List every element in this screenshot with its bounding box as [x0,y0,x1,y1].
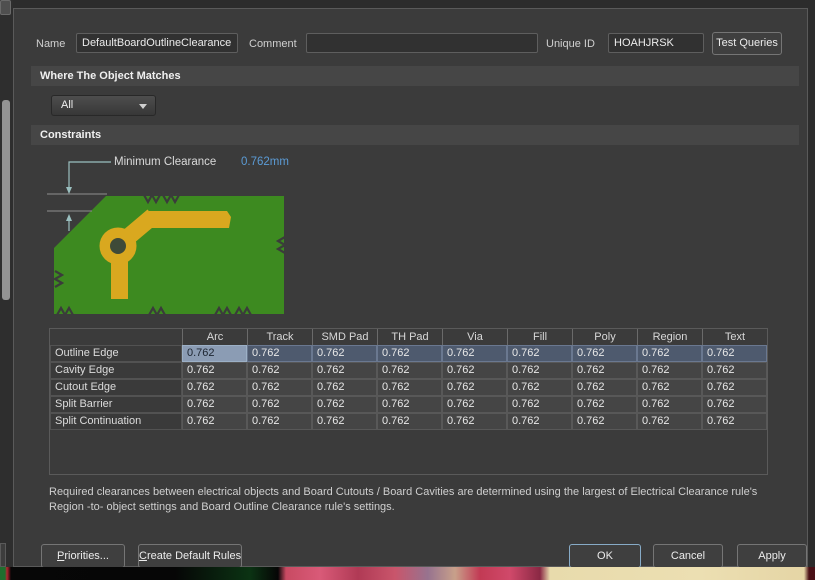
min-clearance-value[interactable]: 0.762mm [241,156,289,168]
clearance-value-cell[interactable]: 0.762 [442,379,507,396]
clearance-value-cell[interactable]: 0.762 [442,396,507,413]
clearance-value-cell[interactable]: 0.762 [637,396,702,413]
constraints-table-body: Outline Edge0.7620.7620.7620.7620.7620.7… [50,345,767,430]
clearance-diagram [41,151,301,321]
clearance-value-cell[interactable]: 0.762 [442,345,507,362]
column-header: Fill [507,329,572,345]
column-header: SMD Pad [312,329,377,345]
unique-id-label: Unique ID [546,38,595,50]
background-window-strip [0,0,13,567]
column-header: Text [702,329,767,345]
clearance-value-cell[interactable]: 0.762 [507,379,572,396]
clearance-value-cell[interactable]: 0.762 [637,379,702,396]
clearance-value-cell[interactable]: 0.762 [702,379,767,396]
priorities-button[interactable]: Priorities... [41,544,125,568]
column-header: TH Pad [377,329,442,345]
clearance-note: Required clearances between electrical o… [49,485,771,516]
clearance-value-cell[interactable]: 0.762 [377,345,442,362]
clearance-value-cell[interactable]: 0.762 [312,379,377,396]
create-default-rules-button[interactable]: Create Default Rules [138,544,242,568]
cancel-button[interactable]: Cancel [653,544,723,568]
test-queries-button[interactable]: Test Queries [712,32,782,55]
clearance-value-cell[interactable]: 0.762 [442,413,507,430]
clearance-value-cell[interactable]: 0.762 [702,345,767,362]
clearance-value-cell[interactable]: 0.762 [507,362,572,379]
scrollbar-thumb[interactable] [2,100,10,300]
clearance-value-cell[interactable]: 0.762 [247,396,312,413]
where-object-matches-header: Where The Object Matches [31,66,799,86]
min-clearance-label: Minimum Clearance [114,156,216,168]
table-corner-cell [50,329,182,345]
clearance-value-cell[interactable]: 0.762 [572,379,637,396]
clearance-value-cell[interactable]: 0.762 [247,362,312,379]
row-label: Outline Edge [50,345,182,362]
background-window-button [0,0,11,15]
row-label: Split Barrier [50,396,182,413]
clearance-value-cell[interactable]: 0.762 [507,345,572,362]
clearance-value-cell[interactable]: 0.762 [507,396,572,413]
clearance-value-cell[interactable]: 0.762 [182,396,247,413]
clearance-value-cell[interactable]: 0.762 [247,379,312,396]
clearance-value-cell[interactable]: 0.762 [312,345,377,362]
scope-dropdown-value: All [61,99,73,111]
clearance-value-cell[interactable]: 0.762 [637,413,702,430]
comment-label: Comment [249,38,297,50]
table-row: Outline Edge0.7620.7620.7620.7620.7620.7… [50,345,767,362]
clearance-value-cell[interactable]: 0.762 [312,396,377,413]
pad-hole [110,238,126,254]
clearance-value-cell[interactable]: 0.762 [182,362,247,379]
constraints-header: Constraints [31,125,799,145]
clearance-value-cell[interactable]: 0.762 [377,396,442,413]
desktop-wallpaper-strip [0,567,815,580]
name-label: Name [36,38,65,50]
screen: Name DefaultBoardOutlineClearance Commen… [0,0,815,580]
clearance-value-cell[interactable]: 0.762 [312,413,377,430]
clearance-value-cell[interactable]: 0.762 [182,379,247,396]
clearance-value-cell[interactable]: 0.762 [572,345,637,362]
clearance-value-cell[interactable]: 0.762 [442,362,507,379]
chevron-down-icon [139,104,147,109]
comment-input[interactable] [306,33,538,53]
clearance-value-cell[interactable]: 0.762 [507,413,572,430]
ok-button[interactable]: OK [569,544,641,568]
clearance-value-cell[interactable]: 0.762 [572,413,637,430]
clearance-value-cell[interactable]: 0.762 [247,413,312,430]
clearance-value-cell[interactable]: 0.762 [377,362,442,379]
clearance-value-cell[interactable]: 0.762 [702,362,767,379]
row-label: Cutout Edge [50,379,182,396]
constraints-table-header: ArcTrackSMD PadTH PadViaFillPolyRegionTe… [50,329,767,345]
unique-id-input[interactable]: HOAHJRSK [608,33,704,53]
name-input[interactable]: DefaultBoardOutlineClearance [76,33,238,53]
clearance-value-cell[interactable]: 0.762 [702,413,767,430]
table-row: Split Barrier0.7620.7620.7620.7620.7620.… [50,396,767,413]
constraints-table: ArcTrackSMD PadTH PadViaFillPolyRegionTe… [49,328,768,475]
column-header: Track [247,329,312,345]
clearance-value-cell[interactable]: 0.762 [182,345,247,362]
row-label: Cavity Edge [50,362,182,379]
apply-button[interactable]: Apply [737,544,807,568]
clearance-value-cell[interactable]: 0.762 [377,379,442,396]
board-outline-clearance-dialog: Name DefaultBoardOutlineClearance Commen… [13,8,808,567]
clearance-value-cell[interactable]: 0.762 [572,396,637,413]
clearance-value-cell[interactable]: 0.762 [572,362,637,379]
clearance-value-cell[interactable]: 0.762 [247,345,312,362]
column-header: Poly [572,329,637,345]
row-label: Split Continuation [50,413,182,430]
table-row: Cutout Edge0.7620.7620.7620.7620.7620.76… [50,379,767,396]
column-header: Via [442,329,507,345]
table-row: Cavity Edge0.7620.7620.7620.7620.7620.76… [50,362,767,379]
scope-dropdown[interactable]: All [51,95,156,116]
clearance-value-cell[interactable]: 0.762 [312,362,377,379]
background-partial-button [0,543,6,567]
clearance-value-cell[interactable]: 0.762 [637,345,702,362]
clearance-value-cell[interactable]: 0.762 [702,396,767,413]
clearance-value-cell[interactable]: 0.762 [637,362,702,379]
column-header: Arc [182,329,247,345]
table-row: Split Continuation0.7620.7620.7620.7620.… [50,413,767,430]
clearance-value-cell[interactable]: 0.762 [377,413,442,430]
clearance-value-cell[interactable]: 0.762 [182,413,247,430]
column-header: Region [637,329,702,345]
